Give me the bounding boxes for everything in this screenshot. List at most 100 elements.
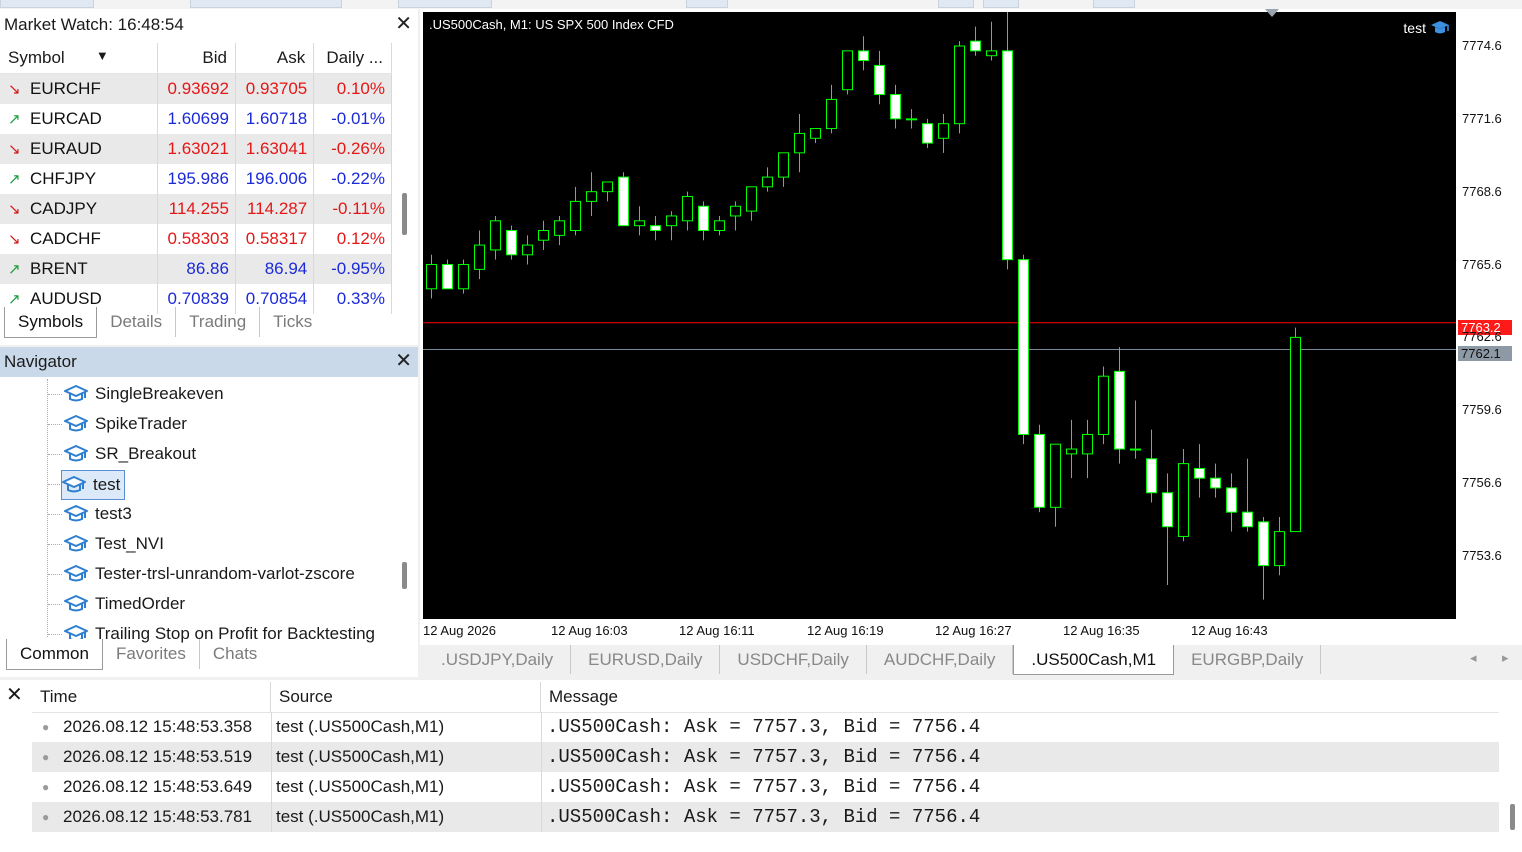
ask-cell: 114.287 [235,194,315,224]
daily-change-cell: -0.95% [313,254,392,284]
toolbar-segment[interactable] [190,0,342,8]
candle [1114,347,1125,464]
journal-time: 2026.08.12 15:48:53.781 [63,807,253,826]
column-header-daily[interactable]: Daily ... [313,43,392,74]
candle [1258,517,1269,600]
candle [906,109,917,129]
bid-cell: 86.86 [157,254,236,284]
toolbar-segment[interactable] [0,0,94,8]
chart-tab[interactable]: AUDCHF,Daily [867,645,1014,674]
candle [714,215,725,236]
column-header-message[interactable]: Message [541,682,1499,712]
chart-tab[interactable]: EURGBP,Daily [1174,645,1322,674]
table-row[interactable]: ↘ CADJPY 114.255 114.287 -0.11% [0,194,392,224]
expert-advisor-icon [64,565,88,582]
price-chart[interactable]: .US500Cash, M1: US SPX 500 Index CFD tes… [423,9,1456,619]
navigator-item[interactable]: SR_Breakout [64,440,196,468]
navigator-item[interactable]: test [61,470,126,500]
arrow-up-icon: ↗ [8,291,21,308]
scroll-right-icon[interactable]: ▸ [1502,650,1509,666]
column-header-source[interactable]: Source [271,682,541,712]
candle [1018,254,1029,445]
tab-trading[interactable]: Trading [176,307,261,337]
table-row[interactable]: ↘ EURAUD 1.63021 1.63041 -0.26% [0,134,392,164]
navigator-item[interactable]: Tester-trsl-unrandom-varlot-zscore [64,560,355,588]
candle [986,21,997,61]
chart-tab[interactable]: .USDJPY,Daily [424,645,572,674]
tree-line [47,379,48,637]
table-row[interactable]: ↗ CHFJPY 195.986 196.006 -0.22% [0,164,392,194]
table-row[interactable]: ↗ BRENT 86.86 86.94 -0.95% [0,254,392,284]
candle [922,118,933,148]
chart-tab[interactable]: EURUSD,Daily [571,645,721,674]
chart-shift-marker[interactable] [1265,9,1279,17]
toolbar-segment[interactable] [983,0,1019,8]
toolbar-segment[interactable] [398,0,492,8]
symbol-cell: ↗ BRENT [0,254,158,284]
daily-change-cell: -0.11% [313,194,392,224]
candle [1002,12,1013,270]
time-axis-label: 12 Aug 16:03 [551,623,628,638]
tree-branch [48,424,62,425]
tree-branch [48,544,62,545]
journal-row[interactable]: ● 2026.08.12 15:48:53.519 test (.US500Cash… [32,742,1499,772]
market-watch-title: Market Watch: 16:48:54 [4,15,184,34]
table-row[interactable]: ↘ CADCHF 0.58303 0.58317 0.12% [0,224,392,254]
price-axis-label: 7753.6 [1462,547,1502,563]
candle [1178,449,1189,542]
toolbar-segment[interactable] [1093,0,1135,8]
journal-message: .US500Cash: Ask = 7757.3, Bid = 7756.4 [547,716,981,738]
arrow-up-icon: ↗ [8,261,21,278]
tab-ticks[interactable]: Ticks [260,307,325,337]
expert-advisor-label[interactable]: test [1403,20,1450,36]
graduation-cap-icon [1431,21,1449,34]
journal-scrollbar[interactable] [1510,804,1515,830]
candle [618,172,629,227]
journal-row[interactable]: ● 2026.08.12 15:48:53.358 test (.US500Cash… [32,712,1499,742]
market-watch-scrollbar[interactable] [402,193,407,235]
info-dot-icon: ● [42,720,50,734]
column-header-symbol[interactable]: Symbol ▼ [0,43,158,74]
candle [970,26,981,56]
expert-advisor-icon [62,476,86,493]
column-header-ask[interactable]: Ask [235,43,315,74]
arrow-up-icon: ↗ [8,171,21,188]
market-watch-panel: Market Watch: 16:48:54 ✕ Symbol ▼ Bid Ask… [0,9,418,345]
tree-branch [48,604,62,605]
navigator-item[interactable]: test3 [64,500,132,528]
close-icon[interactable]: ✕ [395,13,412,35]
toolbar-segment[interactable] [938,0,974,8]
column-header-bid[interactable]: Bid [157,43,236,74]
navigator-item[interactable]: TimedOrder [64,590,185,618]
symbol-name: CADJPY [30,199,98,218]
tab-symbols[interactable]: Symbols [4,307,98,338]
table-row[interactable]: ↘ EURCHF 0.93692 0.93705 0.10% [0,73,392,104]
navigator-scrollbar[interactable] [402,562,407,589]
navigator-item[interactable]: SingleBreakeven [64,380,224,408]
candle [538,220,549,250]
navigator-item-label: SpikeTrader [95,414,187,433]
journal-row[interactable]: ● 2026.08.12 15:48:53.649 test (.US500Cash… [32,772,1499,802]
journal-message: .US500Cash: Ask = 7757.3, Bid = 7756.4 [547,806,981,828]
candle [746,186,757,221]
candle [554,215,565,246]
journal-row[interactable]: ● 2026.08.12 15:48:53.781 test (.US500Cash… [32,802,1499,832]
ask-cell: 0.58317 [235,224,315,254]
tab-details[interactable]: Details [97,307,177,337]
navigator-item[interactable]: SpikeTrader [64,410,187,438]
symbol-cell: ↘ CADCHF [0,224,158,254]
tab-chats[interactable]: Chats [200,639,270,669]
scroll-left-icon[interactable]: ◂ [1470,650,1477,666]
chart-tab[interactable]: USDCHF,Daily [720,645,867,674]
tab-common[interactable]: Common [6,639,103,670]
column-header-time[interactable]: Time [32,682,271,712]
candle [1274,517,1285,576]
toolbar-segment[interactable] [686,0,728,8]
tab-favorites[interactable]: Favorites [103,639,200,669]
close-icon[interactable]: ✕ [6,682,23,707]
close-icon[interactable]: ✕ [395,350,412,372]
navigator-item[interactable]: Test_NVI [64,530,164,558]
candle [1242,458,1253,532]
chart-tab[interactable]: .US500Cash,M1 [1013,645,1175,675]
table-row[interactable]: ↗ EURCAD 1.60699 1.60718 -0.01% [0,104,392,134]
